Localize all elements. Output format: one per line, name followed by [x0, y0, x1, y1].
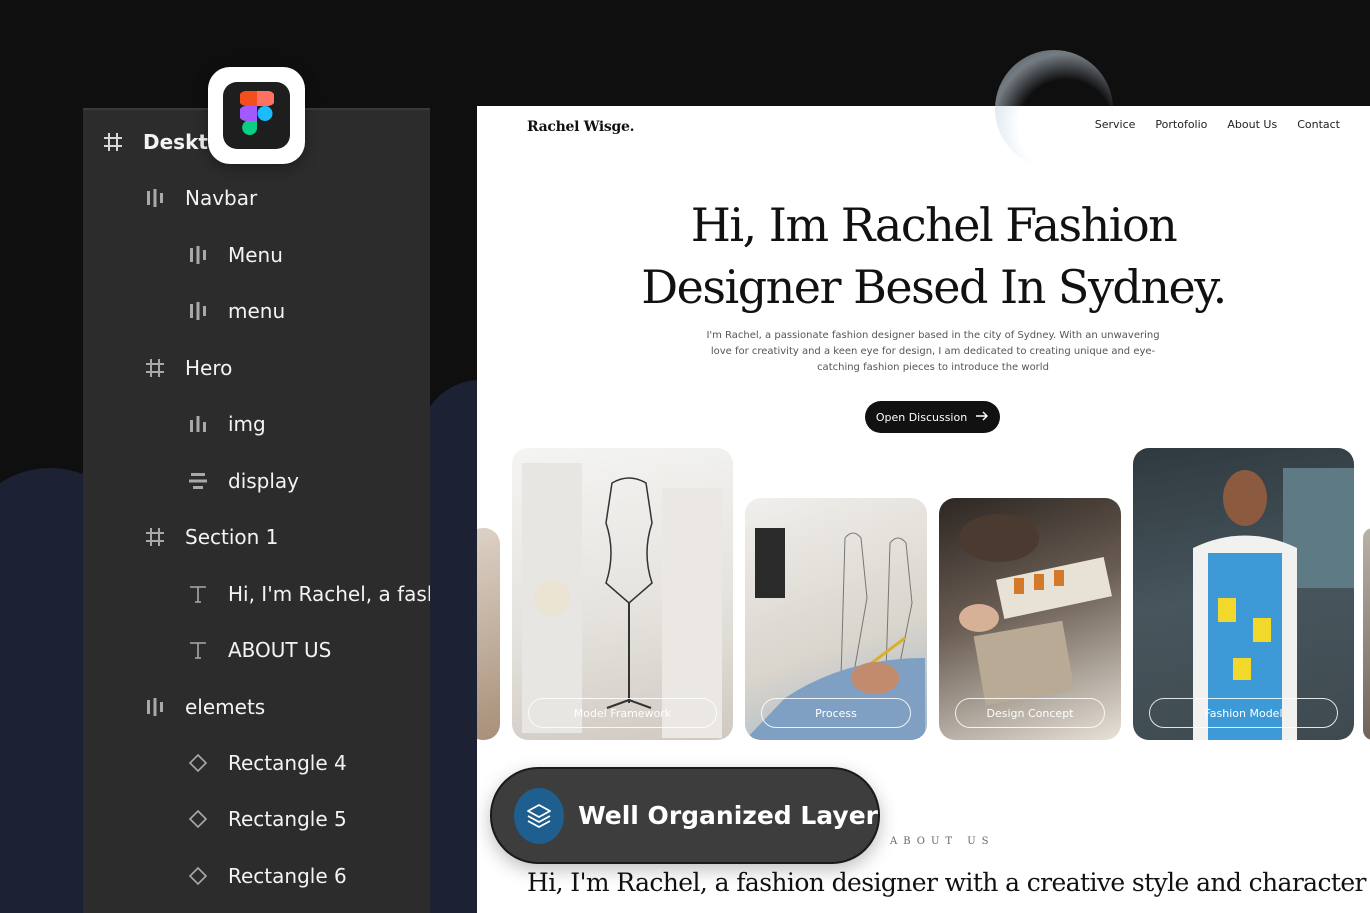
cta-label: Open Discussion	[875, 410, 968, 424]
nav-contact[interactable]: Contact	[1297, 118, 1340, 131]
card-label-fashion-model: Fashion Model	[1149, 698, 1338, 728]
layer-row-hero[interactable]: Hero	[143, 348, 232, 388]
frame-icon	[143, 356, 167, 380]
card-process[interactable]: Process	[745, 498, 927, 740]
about-us-label: ABOUT US	[890, 836, 995, 847]
layers-panel: Desktop Navbar Menu menu Hero img displa…	[83, 108, 430, 913]
layer-label: elemets	[185, 695, 266, 719]
decorative-orb	[995, 50, 1113, 168]
layer-label: display	[228, 469, 300, 493]
nav-about-us[interactable]: About Us	[1227, 118, 1277, 131]
card-label-design-concept: Design Concept	[955, 698, 1105, 728]
layer-row-display[interactable]: display	[186, 461, 299, 501]
rectangle-icon	[186, 864, 210, 888]
layer-row-rectangle-5[interactable]: Rectangle 5	[186, 799, 347, 839]
autolayout-vertical-icon	[186, 469, 210, 493]
arrow-right-icon	[975, 411, 989, 424]
layer-label: ABOUT US	[228, 638, 332, 662]
hero-title: Hi, Im Rachel Fashion Designer Besed In …	[477, 194, 1370, 318]
layer-label: Navbar	[185, 186, 258, 210]
site-nav: Service Portofolio About Us Contact	[1095, 118, 1340, 131]
card-label-model-framework: Model Framework	[528, 698, 717, 728]
layer-label: Hero	[185, 356, 233, 380]
figma-app-badge	[208, 67, 305, 164]
layer-row-text-about[interactable]: ABOUT US	[186, 630, 331, 670]
card-design-concept[interactable]: Design Concept	[939, 498, 1121, 740]
figma-logo-icon	[238, 90, 275, 141]
layer-label: Section 1	[185, 525, 279, 549]
frame-icon	[101, 130, 125, 154]
layer-row-rectangle-4[interactable]: Rectangle 4	[186, 743, 347, 783]
autolayout-horizontal-icon	[143, 695, 167, 719]
layer-row-menu[interactable]: Menu	[186, 235, 283, 275]
badge-label: Well Organized Layer	[578, 801, 878, 830]
card-edge-left	[477, 528, 500, 740]
text-icon	[186, 582, 210, 606]
layer-row-navbar[interactable]: Navbar	[143, 178, 257, 218]
layer-row-rectangle-6[interactable]: Rectangle 6	[186, 856, 347, 896]
site-logo[interactable]: Rachel Wisge.	[527, 119, 634, 135]
autolayout-horizontal-icon	[186, 299, 210, 323]
layer-row-elemets[interactable]: elemets	[143, 687, 265, 727]
hero-description: I'm Rachel, a passionate fashion designe…	[706, 330, 1160, 373]
layer-label: Hi, I'm Rachel, a fashion designer	[228, 582, 430, 606]
layer-label: Rectangle 5	[228, 807, 347, 831]
layer-label: img	[228, 412, 266, 436]
layer-label: Rectangle 4	[228, 751, 347, 775]
open-discussion-button[interactable]: Open Discussion	[865, 401, 1000, 433]
well-organized-layer-badge: Well Organized Layer	[490, 767, 880, 864]
nav-portofolio[interactable]: Portofolio	[1155, 118, 1207, 131]
card-label-process: Process	[761, 698, 911, 728]
layer-row-text-hi[interactable]: Hi, I'm Rachel, a fashion designer	[186, 574, 430, 614]
layer-row-menu-lower[interactable]: menu	[186, 291, 285, 331]
text-icon	[186, 638, 210, 662]
rectangle-icon	[186, 807, 210, 831]
card-model-framework[interactable]: Model Framework	[512, 448, 733, 740]
layer-row-section-1[interactable]: Section 1	[143, 517, 278, 557]
rectangle-icon	[186, 751, 210, 775]
hero-title-line-2: Designer Besed In Sydney.	[641, 260, 1227, 314]
layers-icon	[514, 787, 565, 844]
card-fashion-model[interactable]: Fashion Model	[1133, 448, 1354, 740]
hero-title-line-1: Hi, Im Rachel Fashion	[690, 198, 1178, 252]
layer-label: Menu	[228, 243, 283, 267]
autolayout-horizontal-icon	[186, 243, 210, 267]
layer-label: menu	[228, 299, 286, 323]
layer-row-img[interactable]: img	[186, 404, 266, 444]
autolayout-horizontal-icon	[143, 186, 167, 210]
card-edge-right	[1363, 528, 1370, 740]
layer-label: Rectangle 6	[228, 864, 347, 888]
frame-icon	[143, 525, 167, 549]
about-text: Hi, I'm Rachel, a fashion designer with …	[527, 868, 1370, 897]
autolayout-horizontal-icon	[186, 412, 210, 436]
